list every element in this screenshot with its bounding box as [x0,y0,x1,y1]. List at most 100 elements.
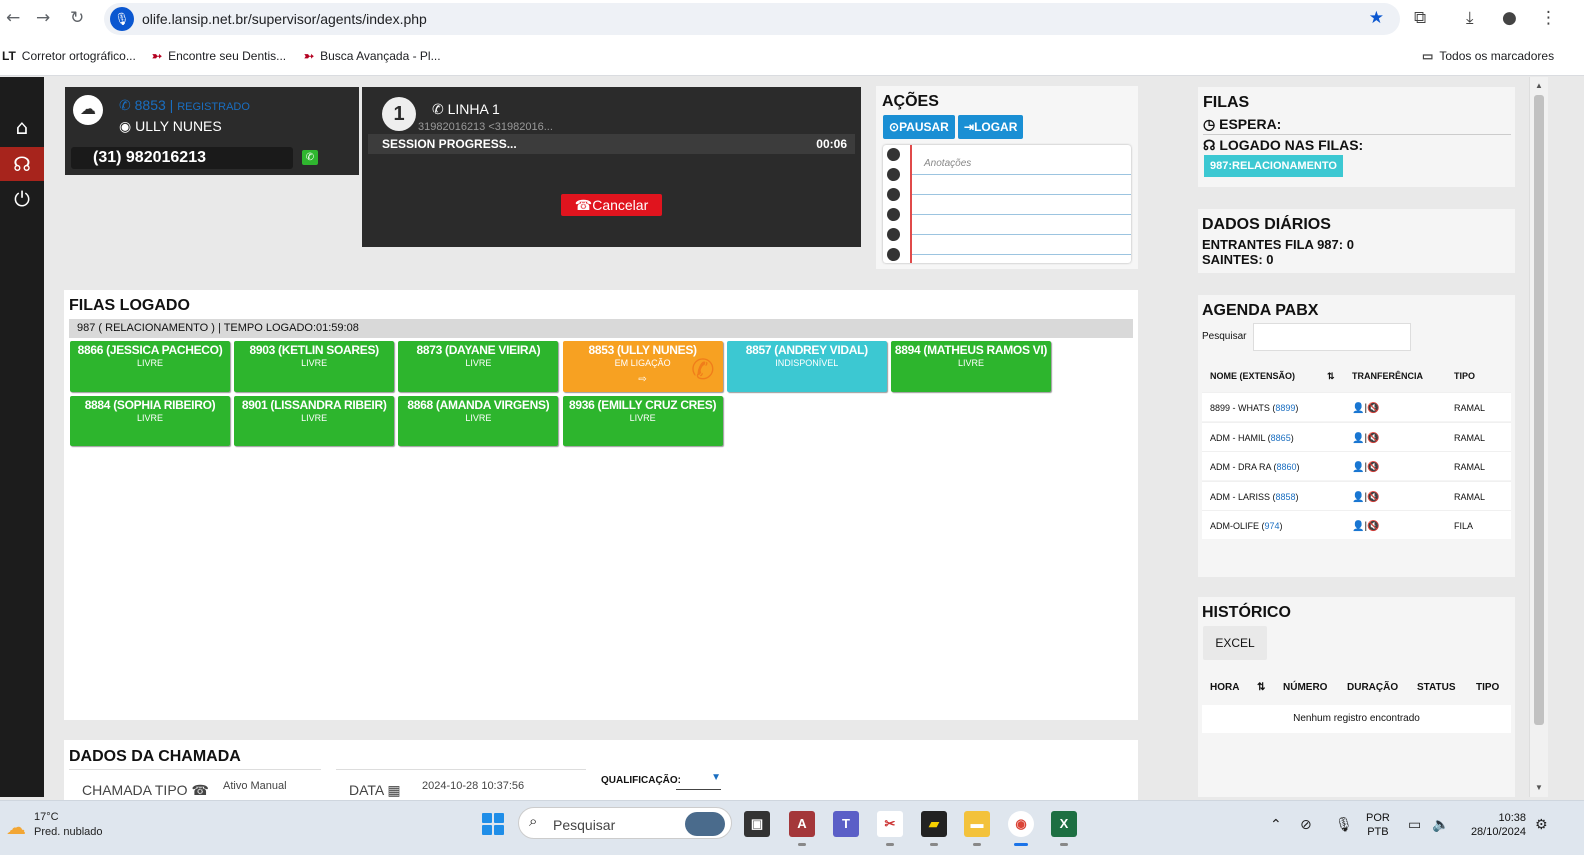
agent-tile-status: INDISPONÍVEL [775,358,839,368]
column-tipo[interactable]: TIPO [1476,682,1499,693]
column-type[interactable]: TIPO [1454,371,1475,381]
file-explorer-icon[interactable]: ▬ [964,811,990,846]
power-icon[interactable]: ⏻ [0,182,44,216]
queues-title: FILAS [1203,94,1250,111]
directory-row[interactable]: 8899 - WHATS (8899) 👤|🔇 RAMAL [1202,392,1511,421]
back-icon[interactable]: ← [6,8,20,28]
notes-textarea[interactable]: Anotações [883,145,1131,263]
incoming-count: ENTRANTES FILA 987: 0 [1202,237,1354,252]
bookmark-item[interactable]: LT Corretor ortográfico... [2,49,136,63]
agent-tile[interactable]: 8857 (ANDREY VIDAL) INDISPONÍVEL [726,341,887,392]
display-icon[interactable]: ▭ [1408,817,1421,833]
sort-icon[interactable]: ⇅ [1257,682,1265,693]
agent-tile[interactable]: 8873 (DAYANE VIEIRA) LIVRE [398,341,559,392]
daily-data-panel: DADOS DIÁRIOS ENTRANTES FILA 987: 0 SAIN… [1198,209,1515,273]
agent-tile[interactable]: 8903 (KETLIN SOARES) LIVRE [234,341,395,392]
extension-link[interactable]: 8860 [1277,462,1297,472]
qualification-label: QUALIFICAÇÃO: [601,775,681,786]
directory-row[interactable]: ADM - DRA RA (8860) 👤|🔇 RAMAL [1202,451,1511,481]
reload-icon[interactable]: ↻ [70,8,84,28]
address-bar[interactable]: 🎙 olife.lansip.net.br/supervisor/agents/… [104,3,1400,35]
notes-placeholder: Anotações [924,158,972,169]
network-icon[interactable]: ⊘ [1300,817,1312,833]
transfer-icons[interactable]: 👤|🔇 [1352,403,1380,414]
forward-icon[interactable]: → [36,8,50,28]
directory-entry-type: RAMAL [1454,432,1486,443]
extension-link[interactable]: 974 [1265,521,1280,531]
agent-tile[interactable]: 8868 (AMANDA VIRGENS) LIVRE [398,396,559,446]
agent-tile[interactable]: 8866 (JESSICA PACHECO) LIVRE [70,341,230,392]
column-status[interactable]: STATUS [1417,682,1456,693]
chevron-up-icon[interactable]: ⌃ [1270,817,1282,833]
agent-tile-status: LIVRE [136,413,163,423]
line-caller: 31982016213 <31982016... [418,121,553,133]
agent-name: ◉ ULLY NUNES [119,118,222,134]
headset-icon: ☊ [1203,137,1216,153]
directory-entry-type: FILA [1454,521,1474,532]
agent-tile[interactable]: 8884 (SOPHIA RIBEIRO) LIVRE [70,396,230,446]
extension-link[interactable]: 8858 [1276,492,1296,502]
headset-icon[interactable]: ☊ [0,147,44,181]
transfer-icons[interactable]: 👤|🔇 [1352,462,1380,473]
site-info-icon[interactable]: 🎙 [110,7,134,31]
transfer-icons[interactable]: 👤|🔇 [1352,492,1380,503]
bookmark-item[interactable]: ➳ Busca Avançada - Pl... [304,49,441,63]
agent-tile[interactable]: 8853 (ULLY NUNES) EM LIGAÇÃO ⇨ ✆ [562,341,723,392]
sticky-notes-icon[interactable]: ▰ [921,811,947,846]
phone-call-icon[interactable]: ✆ [302,150,318,165]
download-icon[interactable]: ⤓ [1466,8,1474,28]
notification-icon[interactable]: ⚙ [1535,817,1548,833]
microphone-icon[interactable]: 🎙 [1335,817,1353,833]
queue-tag[interactable]: 987:RELACIONAMENTO [1204,155,1343,177]
pause-button[interactable]: ⊙PAUSAR [883,115,955,139]
directory-entry-type: RAMAL [1454,462,1486,473]
volume-icon[interactable]: 🔈 [1432,817,1449,833]
chrome-icon[interactable]: ◉ [1008,811,1034,846]
empty-message: Nenhum registro encontrado [1202,705,1511,733]
extension-link[interactable]: 8865 [1271,433,1291,443]
clock[interactable]: 10:38 28/10/2024 [1464,811,1526,839]
excel-icon[interactable]: X [1051,811,1077,846]
column-hora[interactable]: HORA [1210,682,1239,693]
sort-icon[interactable]: ⇅ [1327,371,1335,382]
taskbar-search[interactable]: ⌕ Pesquisar [518,807,732,839]
extensions-icon[interactable]: ⧉ [1414,8,1426,28]
history-title: HISTÓRICO [1202,604,1291,621]
bookmarks-folder[interactable]: ▭ Todos os marcadores [1422,49,1554,63]
profile-icon[interactable]: ● [1502,8,1517,28]
column-transfer[interactable]: TRANFERÊNCIA [1352,371,1423,381]
home-icon[interactable]: ⌂ [0,110,44,144]
url-text[interactable]: olife.lansip.net.br/supervisor/agents/in… [142,11,427,27]
snipping-icon[interactable]: ✂ [877,811,903,846]
extension-link[interactable]: 8899 [1275,403,1295,413]
directory-row[interactable]: ADM-OLIFE (974) 👤|🔇 FILA [1202,510,1511,540]
transfer-icons[interactable]: 👤|🔇 [1352,521,1380,532]
agent-tile[interactable]: 8936 (EMILLY CRUZ CRES) LIVRE [562,396,723,446]
language-indicator[interactable]: POR PTB [1366,811,1390,839]
directory-search-input[interactable] [1253,323,1411,351]
task-view-icon[interactable]: ▣ [744,811,770,837]
start-button[interactable] [482,813,504,835]
page-scrollbar[interactable]: ▲ ▼ [1529,77,1548,797]
login-button[interactable]: ⇥LOGAR [958,115,1024,139]
column-duracao[interactable]: DURAÇÃO [1347,682,1398,693]
agent-tile-name: 8894 (MATHEUS RAMOS VI) [894,343,1048,357]
agent-tile[interactable]: 8894 (MATHEUS RAMOS VI) LIVRE [891,341,1051,392]
directory-row[interactable]: ADM - LARISS (8858) 👤|🔇 RAMAL [1202,480,1511,510]
directory-row[interactable]: ADM - HAMIL (8865) 👤|🔇 RAMAL [1202,421,1511,451]
cancel-button[interactable]: ☎Cancelar [561,194,662,216]
bookmark-star-icon[interactable]: ★ [1369,8,1384,28]
transfer-icons[interactable]: 👤|🔇 [1352,433,1380,444]
excel-export-button[interactable]: EXCEL [1203,626,1267,660]
column-numero[interactable]: NÚMERO [1283,682,1327,693]
access-icon[interactable]: A [789,811,815,846]
call-type-field[interactable]: CHAMADA TIPO ☎ Ativo Manual [69,769,321,799]
date-field[interactable]: DATA ▦ 2024-10-28 10:37:56 [336,769,586,799]
column-name[interactable]: NOME (EXTENSÃO) [1210,371,1295,381]
qualification-select[interactable]: ▼ [676,770,721,790]
directory-entry-name: ADM - DRA RA (8860) [1210,462,1300,473]
bookmark-item[interactable]: ➳ Encontre seu Dentis... [152,49,286,63]
menu-icon[interactable]: ⋮ [1540,8,1557,28]
teams-icon[interactable]: T [833,811,859,837]
agent-tile[interactable]: 8901 (LISSANDRA RIBEIR) LIVRE [234,396,395,446]
